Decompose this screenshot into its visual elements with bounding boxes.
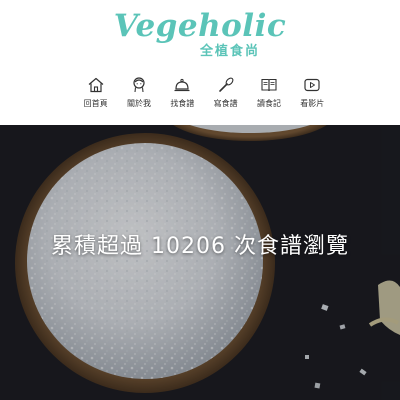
home-icon (88, 77, 104, 93)
nav-label-about: 關於我 (126, 99, 151, 108)
avatar-icon (133, 77, 145, 93)
nav-item-write-recipes[interactable]: 寫食譜 (204, 76, 247, 116)
nav-label-find-recipes: 找食譜 (170, 99, 195, 108)
nav-item-find-recipes[interactable]: 找食譜 (161, 76, 204, 116)
nav-item-read-notes[interactable]: 讀食記 (247, 76, 290, 116)
cloche-icon (174, 78, 190, 92)
logo-tagline: 全植食尚 (200, 44, 261, 59)
nav-item-about[interactable]: 關於我 (117, 76, 160, 116)
hero-overlay (0, 125, 400, 400)
nav-label-home: 回首頁 (83, 99, 108, 108)
nav-label-read-notes: 讀食記 (256, 99, 281, 108)
logo-brand[interactable]: Vegeholic (0, 8, 400, 44)
hero-headline: 累積超過 10206 次食譜瀏覽 (51, 234, 349, 259)
book-icon (261, 78, 277, 92)
main-nav: 回首頁 關於我 找食譜 寫食譜 讀食記 看影片 (74, 76, 334, 116)
logo[interactable]: Vegeholic 全植食尚 (0, 8, 400, 66)
site-header: Vegeholic 全植食尚 回首頁 關於我 找食譜 寫食譜 讀食記 看影片 (0, 0, 400, 125)
video-play-icon (304, 78, 320, 92)
whisk-icon (218, 77, 234, 92)
nav-label-write-recipes: 寫食譜 (213, 99, 238, 108)
hero-banner: 累積超過 10206 次食譜瀏覽 (0, 125, 400, 400)
nav-item-home[interactable]: 回首頁 (74, 76, 117, 116)
page: Vegeholic 全植食尚 回首頁 關於我 找食譜 寫食譜 讀食記 看影片 累… (0, 0, 400, 400)
nav-label-videos: 看影片 (300, 99, 325, 108)
nav-item-videos[interactable]: 看影片 (291, 76, 334, 116)
